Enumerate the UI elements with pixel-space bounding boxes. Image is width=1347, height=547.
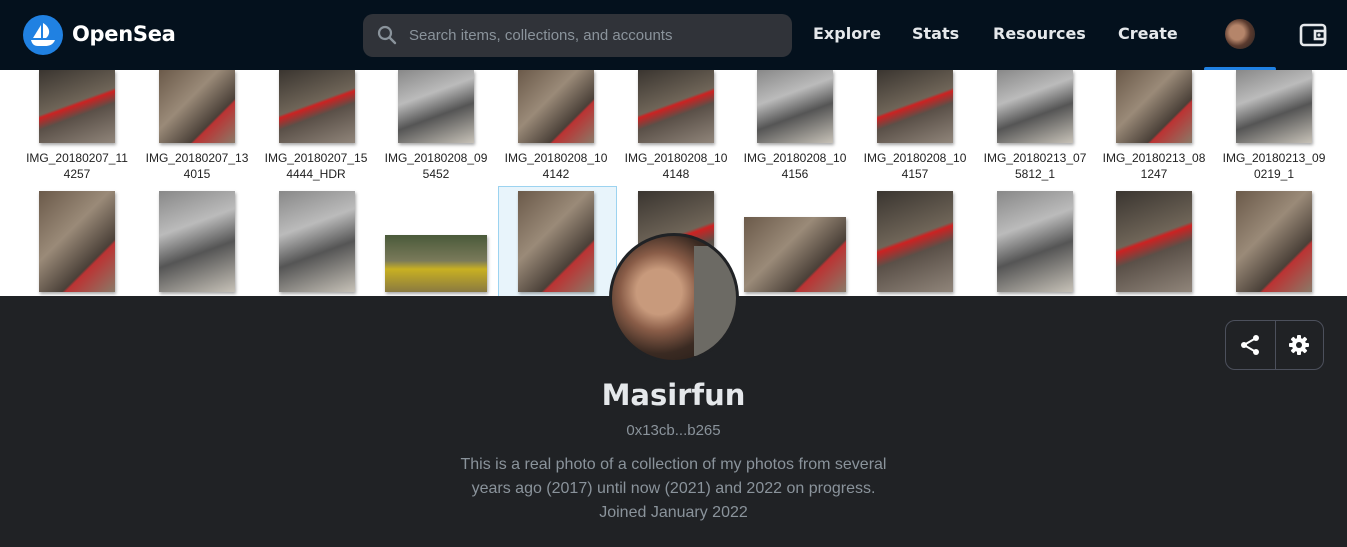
gear-icon: [1289, 335, 1310, 355]
photo-caption: IMG_20180208_10 4142: [504, 151, 608, 181]
photo-thumbnail: [744, 217, 846, 292]
wallet-icon[interactable]: [1299, 21, 1327, 49]
photo-thumbnail: [638, 70, 714, 143]
photo-thumbnail: [1116, 191, 1192, 292]
photo-caption: IMG_20180207_11 4257: [26, 151, 128, 181]
photo-thumbnail: [279, 70, 355, 143]
opensea-logo-icon[interactable]: [23, 15, 63, 55]
profile-bio: This is a real photo of a collection of …: [423, 453, 924, 525]
search-icon: [377, 25, 397, 45]
photo-thumbnail: [1116, 70, 1192, 143]
photo-thumbnail: [877, 70, 953, 143]
wallet-address[interactable]: 0x13cb...b265: [0, 422, 1347, 439]
photo-thumbnail: [398, 70, 474, 143]
photo-caption: IMG_20180208_10 4156: [743, 151, 847, 181]
account-avatar[interactable]: [1225, 19, 1255, 49]
photo-thumbnail: [1236, 191, 1312, 292]
photo-caption: IMG_20180213_08 1247: [1102, 151, 1206, 181]
share-icon: [1241, 335, 1260, 355]
photo-thumbnail: [385, 235, 487, 292]
nav-link-resources[interactable]: Resources: [993, 24, 1086, 43]
nav-link-explore[interactable]: Explore: [813, 24, 881, 43]
photo-thumbnail: [159, 70, 235, 143]
share-button[interactable]: [1226, 321, 1275, 369]
photo-thumbnail: [518, 191, 594, 292]
photo-thumbnail: [279, 191, 355, 292]
photo-thumbnail: [757, 70, 833, 143]
nav-link-stats[interactable]: Stats: [912, 24, 959, 43]
photo-thumbnail: [997, 191, 1073, 292]
photo-caption: IMG_20180207_15 4444_HDR: [264, 151, 368, 181]
photo-thumbnail: [39, 70, 115, 143]
photo-thumbnail: [877, 191, 953, 292]
search-input[interactable]: [409, 14, 779, 57]
photo-caption: IMG_20180213_07 5812_1: [983, 151, 1087, 181]
photo-caption: IMG_20180208_10 4148: [624, 151, 728, 181]
bio-line: years ago (2017) until now (2021) and 20…: [471, 480, 876, 497]
photo-caption: IMG_20180208_09 5452: [384, 151, 488, 181]
photo-thumbnail: [518, 70, 594, 143]
brand-name[interactable]: OpenSea: [72, 22, 176, 46]
photo-caption: IMG_20180208_10 4157: [863, 151, 967, 181]
photo-caption: IMG_20180213_09 0219_1: [1222, 151, 1326, 181]
photo-thumbnail: [1236, 70, 1312, 143]
photo-thumbnail: [39, 191, 115, 292]
top-navbar: OpenSea Explore Stats Resources Create: [0, 0, 1347, 71]
photo-thumbnail: [159, 191, 235, 292]
profile-actions: [1225, 320, 1324, 370]
photo-thumbnail: [997, 70, 1073, 143]
nav-link-create[interactable]: Create: [1118, 24, 1178, 43]
settings-button[interactable]: [1274, 321, 1324, 369]
joined-date: Joined January 2022: [599, 504, 748, 521]
profile-username: Masirfun: [601, 378, 746, 412]
profile-avatar[interactable]: [609, 233, 739, 363]
search-bar[interactable]: [363, 14, 792, 57]
photo-caption: IMG_20180207_13 4015: [145, 151, 249, 181]
bio-line: This is a real photo of a collection of …: [460, 456, 887, 473]
